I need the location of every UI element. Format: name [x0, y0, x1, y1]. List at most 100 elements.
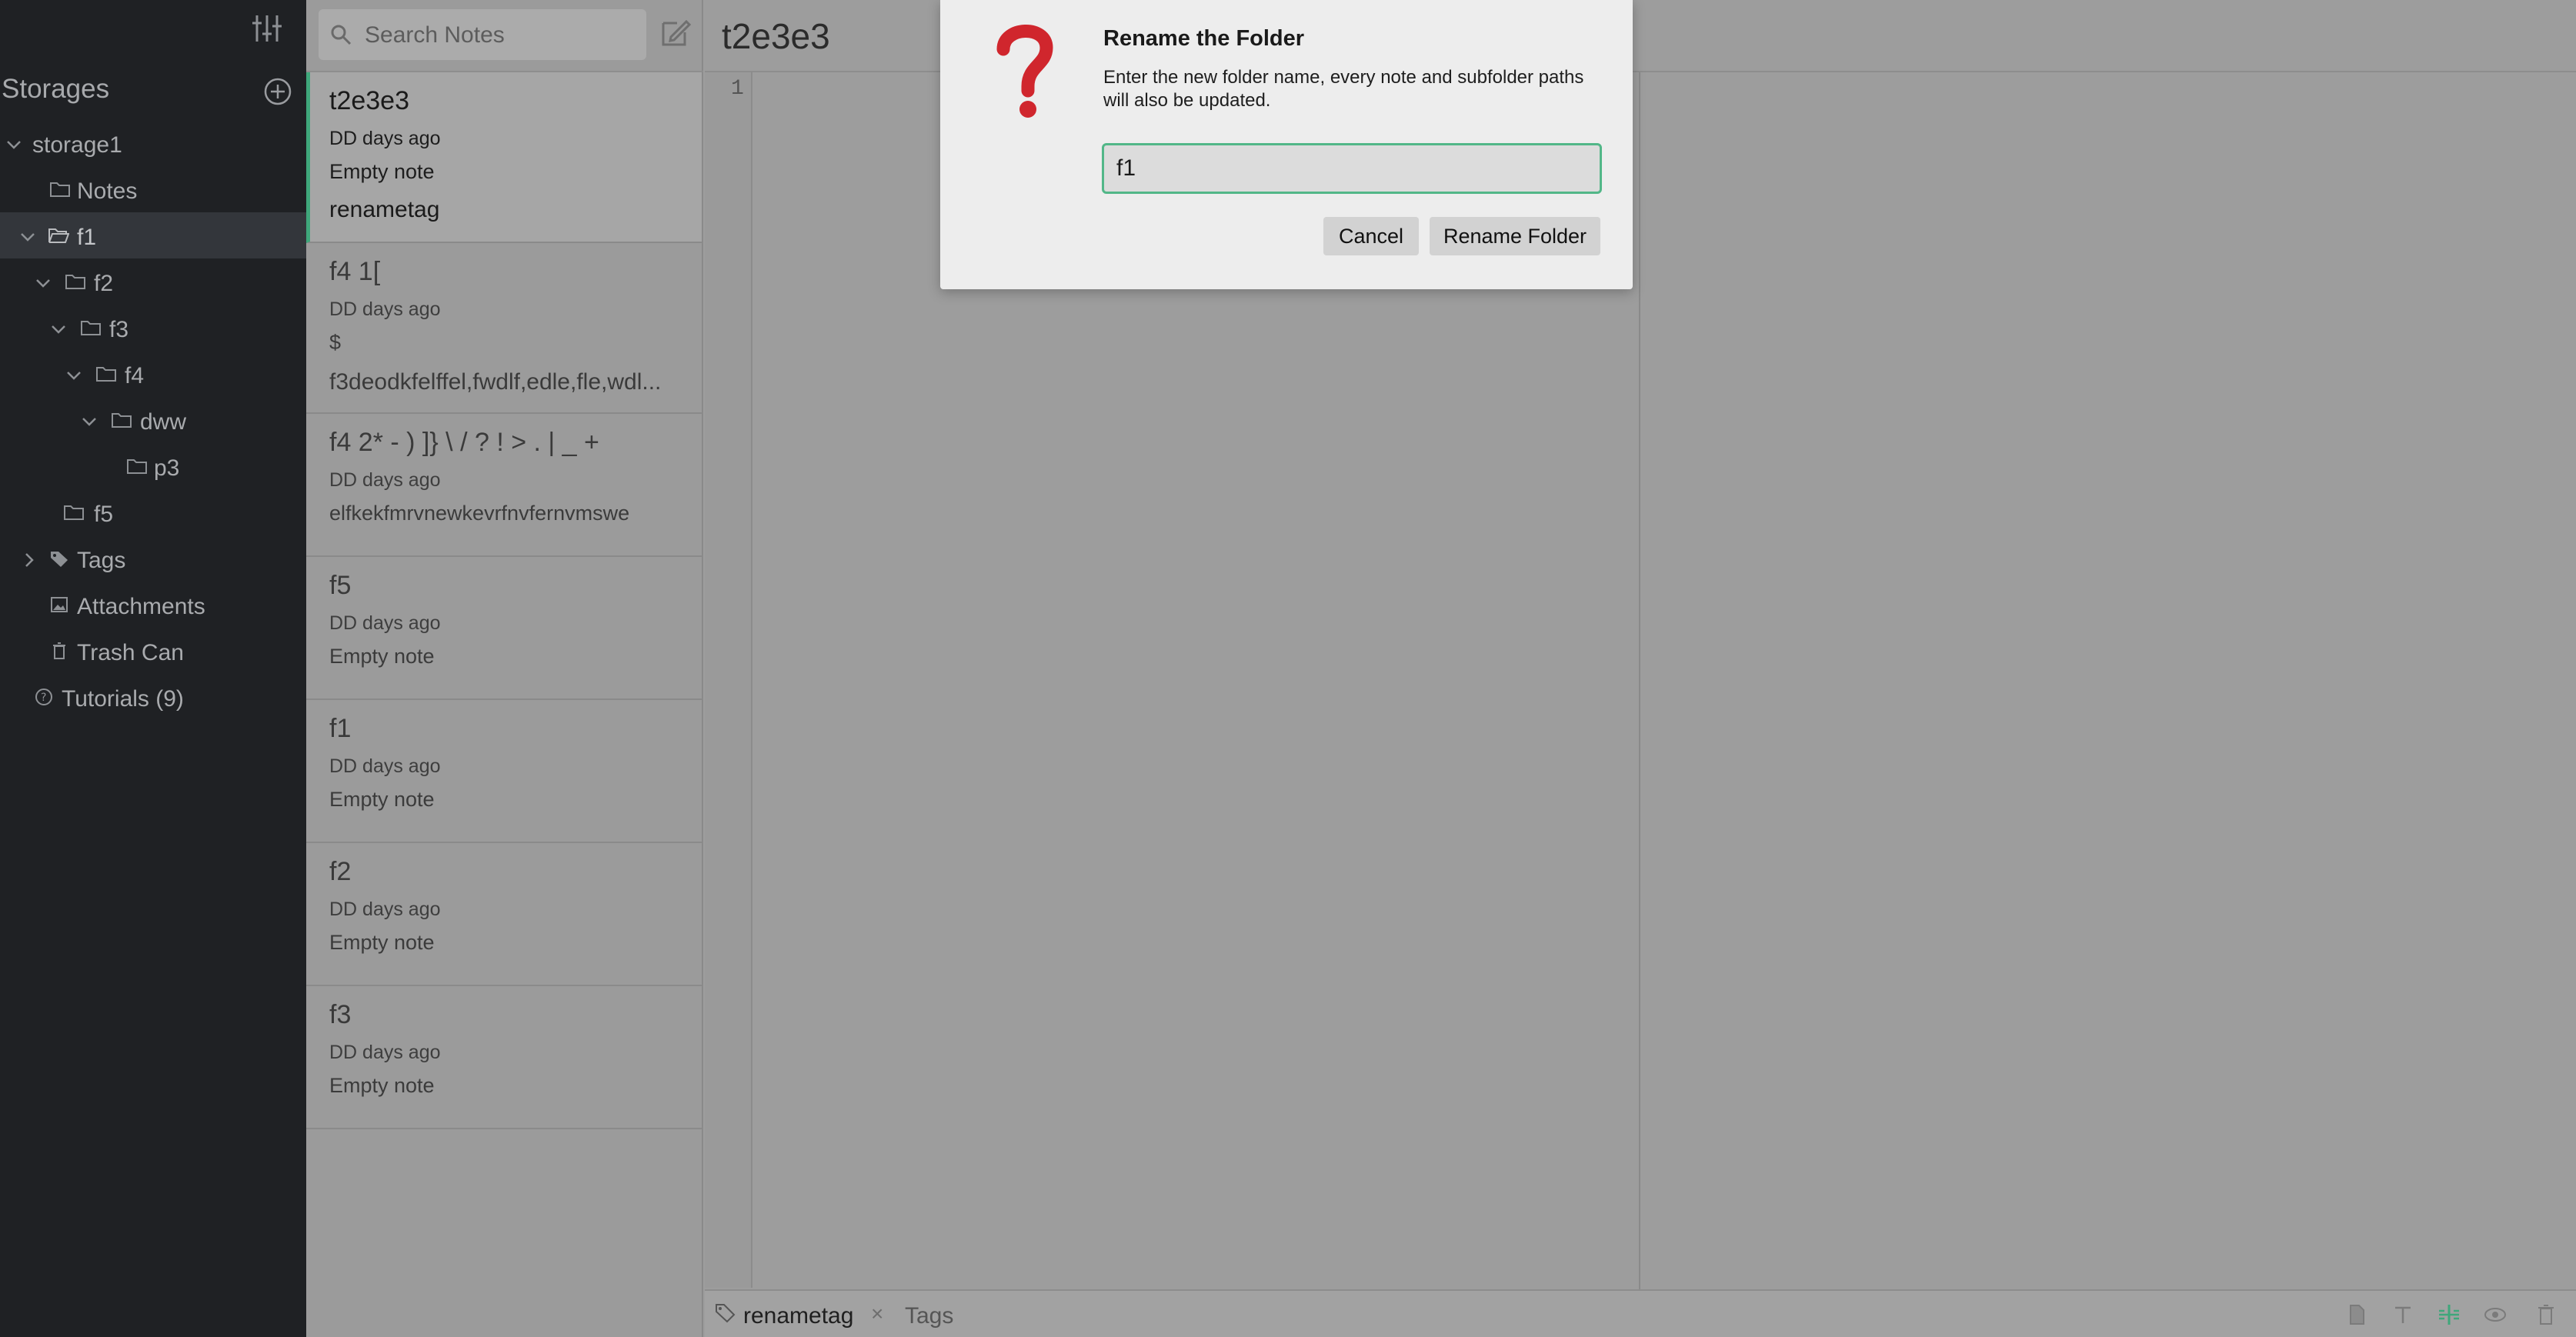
folder-item-notes[interactable]: Notes	[0, 166, 306, 212]
tags-input[interactable]: Tags	[905, 1303, 953, 1329]
folder-name-input[interactable]	[1102, 143, 1602, 194]
trash-icon	[53, 642, 65, 659]
list-item[interactable]: f3 DD days ago Empty note	[306, 986, 702, 1129]
tag-chip-label[interactable]: renametag	[743, 1303, 853, 1329]
folder-icon	[127, 459, 147, 474]
folder-item-f1[interactable]: f1	[0, 212, 306, 258]
list-item[interactable]: f4 2* - ) ]} \ / ? ! > . | _ + DD days a…	[306, 414, 702, 557]
sidebar-item-tutorials[interactable]: ? Tutorials (9)	[0, 674, 306, 720]
note-title: f3	[329, 1000, 352, 1029]
editor-footer: renametag × Tags	[705, 1289, 2576, 1337]
note-title: f4 1[	[329, 257, 381, 286]
sidebar-item-tags[interactable]: Tags	[0, 535, 306, 582]
chevron-down-icon[interactable]	[49, 320, 68, 338]
chevron-right-icon[interactable]	[20, 551, 38, 569]
tag-icon	[716, 1304, 736, 1323]
add-storage-icon[interactable]	[263, 77, 292, 106]
folder-label: f3	[109, 317, 129, 342]
note-description: Empty note	[329, 1074, 435, 1097]
tags-icon	[51, 552, 68, 567]
storage-label: storage1	[32, 132, 122, 158]
note-date: DD days ago	[329, 1042, 441, 1063]
list-item[interactable]: f5 DD days ago Empty note	[306, 557, 702, 700]
note-description: elfkekfmrvnewkevrfnvfernvmswe	[329, 502, 630, 525]
folder-icon	[96, 367, 116, 382]
chevron-down-icon[interactable]	[18, 228, 37, 246]
split-view-icon[interactable]	[2436, 1302, 2462, 1328]
trash-label: Trash Can	[77, 640, 184, 665]
list-item[interactable]: f4 1[ DD days ago $ f3deodkfelffel,fwdlf…	[306, 243, 702, 414]
sidebar-item-attachments[interactable]: Attachments	[0, 582, 306, 628]
rename-folder-dialog: Rename the Folder Enter the new folder n…	[940, 0, 1633, 289]
folder-item-f3[interactable]: f3	[0, 305, 306, 351]
list-item[interactable]: f2 DD days ago Empty note	[306, 843, 702, 986]
attachments-label: Attachments	[77, 594, 205, 619]
chevron-down-icon[interactable]	[65, 366, 83, 385]
storages-header: Storages	[0, 71, 306, 108]
folder-icon	[50, 182, 70, 197]
trash-icon[interactable]	[2533, 1302, 2559, 1328]
rename-folder-button[interactable]: Rename Folder	[1430, 217, 1600, 255]
dialog-message: Enter the new folder name, every note an…	[1103, 67, 1584, 111]
folder-item-f4[interactable]: f4	[0, 351, 306, 397]
list-item[interactable]: t2e3e3 DD days ago Empty note renametag	[306, 72, 702, 243]
note-date: DD days ago	[329, 469, 441, 491]
folder-icon	[112, 413, 132, 428]
storages-label: Storages	[2, 74, 110, 104]
tutorials-label: Tutorials (9)	[62, 686, 184, 712]
note-date: DD days ago	[329, 612, 441, 634]
note-title: f1	[329, 714, 352, 743]
folder-item-f2[interactable]: f2	[0, 258, 306, 305]
pane-divider[interactable]	[1639, 72, 1640, 1289]
folder-icon	[64, 505, 84, 520]
sidebar: Storages storage1 Notes f1 f2 f3 f4 dww …	[0, 0, 306, 1337]
list-item[interactable]: f1 DD days ago Empty note	[306, 700, 702, 843]
line-number: 1	[731, 77, 744, 101]
search-input[interactable]	[365, 20, 634, 51]
dialog-title: Rename the Folder	[1103, 26, 1305, 51]
folder-icon	[65, 275, 85, 289]
sliders-icon[interactable]	[251, 12, 283, 45]
folder-label: dww	[140, 409, 187, 435]
note-title: t2e3e3	[329, 86, 409, 115]
note-title: f4 2* - ) ]} \ / ? ! > . | _ +	[329, 428, 599, 457]
chevron-down-icon[interactable]	[5, 135, 23, 154]
note-description: Empty note	[329, 160, 435, 183]
file-icon[interactable]	[2344, 1302, 2370, 1328]
line-gutter	[705, 72, 752, 1288]
folder-item-dww[interactable]: dww	[0, 397, 306, 443]
new-note-icon[interactable]	[659, 17, 691, 49]
note-title: f5	[329, 571, 352, 600]
note-description: Empty note	[329, 645, 435, 668]
folder-label: f5	[94, 502, 114, 527]
note-tag[interactable]: renametag	[329, 197, 439, 223]
preview-eye-icon[interactable]	[2482, 1302, 2508, 1328]
folder-label: f1	[77, 225, 97, 250]
svg-text:?: ?	[41, 692, 46, 704]
folder-item-p3[interactable]: p3	[0, 443, 306, 489]
note-description: Empty note	[329, 788, 435, 811]
note-description: Empty note	[329, 931, 435, 954]
storage-item-storage1[interactable]: storage1	[0, 120, 306, 166]
note-date: DD days ago	[329, 899, 441, 920]
note-date: DD days ago	[329, 298, 441, 320]
editor-title: t2e3e3	[722, 16, 830, 56]
note-list: t2e3e3 DD days ago Empty note renametag …	[306, 0, 703, 1337]
folder-item-f5[interactable]: f5	[0, 489, 306, 535]
note-description-line2: f3deodkfelffel,fwdlf,edle,fle,wdl...	[329, 369, 662, 395]
sidebar-item-trash[interactable]: Trash Can	[0, 628, 306, 674]
help-icon: ?	[35, 689, 52, 705]
question-mark-icon	[996, 25, 1053, 118]
cancel-button[interactable]: Cancel	[1323, 217, 1419, 255]
text-format-icon[interactable]	[2390, 1302, 2416, 1328]
folder-icon	[81, 321, 101, 335]
search-box[interactable]	[319, 9, 646, 60]
chevron-down-icon[interactable]	[34, 274, 52, 292]
chevron-down-icon[interactable]	[80, 412, 98, 431]
remove-tag-icon[interactable]: ×	[871, 1302, 883, 1326]
folder-open-icon	[48, 228, 69, 243]
folder-label: f2	[94, 271, 114, 296]
folder-label: Notes	[77, 178, 138, 204]
note-description: $	[329, 331, 342, 354]
tags-label: Tags	[77, 548, 126, 573]
